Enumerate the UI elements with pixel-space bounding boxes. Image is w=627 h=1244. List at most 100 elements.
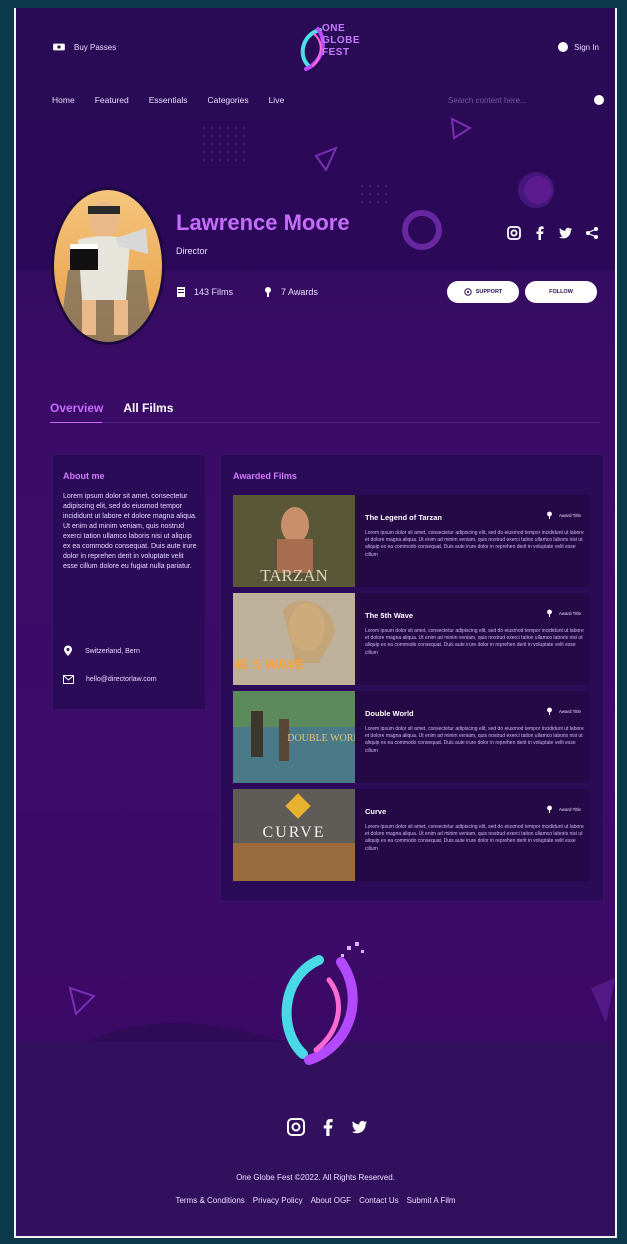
footer-link-about[interactable]: About OGF: [311, 1196, 351, 1205]
facebook-icon[interactable]: [533, 226, 547, 240]
nav-featured[interactable]: Featured: [95, 95, 129, 105]
email-row: hello@directorlaw.com: [63, 675, 157, 684]
film-poster: DOUBLE WORLD: [233, 691, 355, 783]
nav-essentials[interactable]: Essentials: [149, 95, 188, 105]
tab-overview[interactable]: Overview: [50, 401, 103, 415]
twitter-icon[interactable]: [559, 226, 573, 240]
avatar: [54, 190, 162, 342]
film-poster: TARZAN: [233, 495, 355, 587]
footer-links: Terms & Conditions Privacy Policy About …: [16, 1196, 615, 1205]
film-icon: [177, 287, 185, 297]
film-card[interactable]: DOUBLE WORLD Double World Award Title Lo…: [233, 691, 589, 783]
main-nav: Home Featured Essentials Categories Live: [52, 95, 284, 105]
location-text: Switzerland, Bern: [85, 647, 140, 655]
award-icon: [546, 805, 552, 813]
sign-in-label: Sign In: [574, 42, 599, 52]
profile-tabs: Overview All Films: [50, 401, 173, 415]
instagram-icon[interactable]: [287, 1118, 305, 1141]
award-icon: [265, 287, 272, 297]
logo-line-3: FEST: [322, 47, 350, 58]
logo-line-2: GLOBE: [322, 35, 361, 46]
awarded-title: Awarded Films: [233, 471, 297, 481]
film-description: Lorem ipsum dolor sit amet, consectetur …: [365, 726, 584, 754]
buy-passes-label: Buy Passes: [74, 42, 117, 52]
footer-social-links: [287, 1118, 369, 1141]
film-card[interactable]: THE 5 WAVE The 5th Wave Award Title Lore…: [233, 593, 589, 685]
mail-icon: [63, 675, 74, 684]
copyright-text: One Globe Fest ©2022. All Rights Reserve…: [236, 1173, 395, 1182]
film-card[interactable]: CURVE Curve Award Title Lorem ipsum dolo…: [233, 789, 589, 881]
footer-link-submit[interactable]: Submit A Film: [407, 1196, 456, 1205]
location-icon: [64, 645, 72, 656]
film-title: The 5th Wave: [365, 611, 414, 620]
share-icon[interactable]: [585, 226, 599, 240]
logo-line-1: ONE: [322, 23, 346, 34]
film-description: Lorem ipsum dolor sit amet, consectetur …: [365, 628, 584, 656]
search-input[interactable]: Search content here...: [448, 92, 604, 108]
sign-in-link[interactable]: Sign In: [558, 42, 599, 52]
profile-name: Lawrence Moore: [176, 210, 350, 235]
film-description: Lorem ipsum dolor sit amet, consectetur …: [365, 530, 584, 558]
award-label: Award Title: [558, 610, 581, 616]
instagram-icon[interactable]: [507, 226, 521, 240]
twitter-icon[interactable]: [351, 1120, 369, 1139]
poster-title: CURVE: [263, 824, 326, 841]
film-title: Double World: [365, 709, 414, 718]
app-frame: Buy Passes ONE GLOBE FEST Sign In Home F…: [14, 8, 617, 1238]
about-title: About me: [63, 471, 105, 481]
award-label: Award Title: [558, 708, 581, 714]
award-badge: Award Title: [546, 609, 581, 617]
film-poster: CURVE: [233, 789, 355, 881]
sign-in-icon: [558, 42, 569, 52]
search-icon[interactable]: [594, 95, 604, 105]
email-link[interactable]: hello@directorlaw.com: [86, 676, 157, 683]
awards-count-label: 7 Awards: [281, 287, 318, 297]
tab-divider: [50, 422, 600, 423]
logo-text: ONE GLOBE FEST: [322, 23, 360, 59]
profile-role: Director: [176, 246, 208, 256]
active-tab-indicator: [50, 422, 102, 423]
support-icon: [464, 288, 472, 296]
film-title: The Legend of Tarzan: [365, 513, 442, 522]
nav-categories[interactable]: Categories: [207, 95, 248, 105]
film-poster: THE 5 WAVE: [233, 593, 355, 685]
footer-link-contact[interactable]: Contact Us: [359, 1196, 399, 1205]
about-card: About me Lorem ipsum dolor sit amet, con…: [52, 454, 206, 710]
award-icon: [546, 511, 552, 519]
poster-title: TARZAN: [260, 566, 328, 585]
tab-all-films[interactable]: All Films: [123, 401, 173, 415]
location-row: Switzerland, Bern: [63, 645, 140, 657]
about-text: Lorem ipsum dolor sit amet, consectetur …: [63, 493, 197, 570]
profile-stats: 143 Films 7 Awards: [176, 286, 318, 298]
awarded-films-card: Awarded Films TARZAN The Legend of Tarza…: [220, 454, 604, 902]
support-label: SUPPORT: [475, 289, 503, 295]
footer-link-terms[interactable]: Terms & Conditions: [175, 1196, 244, 1205]
film-description: Lorem ipsum dolor sit amet, consectetur …: [365, 824, 584, 852]
ticket-icon: [53, 43, 65, 51]
avatar-illustration: [54, 190, 162, 342]
award-badge: Award Title: [546, 805, 581, 813]
nav-home[interactable]: Home: [52, 95, 75, 105]
films-count-label: 143 Films: [194, 287, 234, 297]
support-button[interactable]: SUPPORT: [447, 281, 519, 303]
footer-link-privacy[interactable]: Privacy Policy: [253, 1196, 303, 1205]
film-title: Curve: [365, 807, 387, 816]
awards-count: 7 Awards: [263, 286, 318, 298]
award-label: Award Title: [558, 806, 581, 812]
profile-social-links: [507, 226, 599, 240]
award-badge: Award Title: [546, 707, 581, 715]
facebook-icon[interactable]: [323, 1118, 333, 1141]
award-label: Award Title: [558, 512, 581, 518]
film-card[interactable]: TARZAN The Legend of Tarzan Award Title …: [233, 495, 589, 587]
award-badge: Award Title: [546, 511, 581, 519]
poster-title: DOUBLE WORLD: [287, 733, 355, 744]
buy-passes-link[interactable]: Buy Passes: [52, 42, 116, 52]
poster-title: THE 5 WAVE: [233, 656, 305, 672]
films-count: 143 Films: [176, 286, 233, 298]
search-placeholder: Search content here...: [448, 95, 527, 105]
award-icon: [546, 609, 552, 617]
follow-button[interactable]: FOLLOW: [525, 281, 597, 303]
award-icon: [546, 707, 552, 715]
follow-label: FOLLOW: [549, 289, 573, 295]
nav-live[interactable]: Live: [269, 95, 285, 105]
